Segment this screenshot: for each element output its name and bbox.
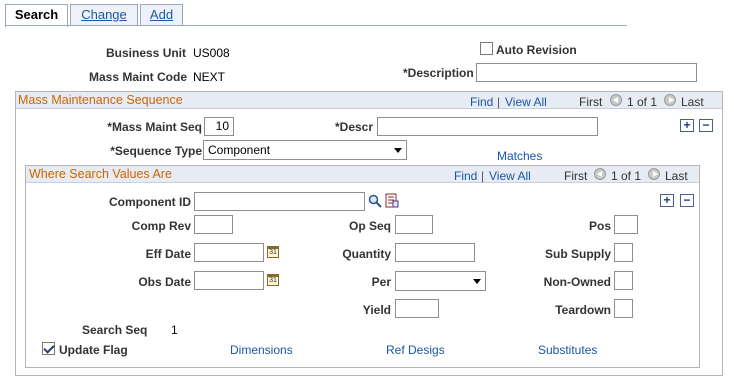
dimensions-link[interactable]: Dimensions bbox=[230, 343, 293, 357]
sequence-type-select[interactable]: Component bbox=[203, 140, 407, 160]
update-flag-checkbox[interactable] bbox=[42, 342, 55, 355]
detail-lookup-icon[interactable] bbox=[385, 193, 399, 208]
sub-supply-input[interactable] bbox=[614, 243, 633, 262]
where-first-label: First bbox=[564, 169, 588, 183]
search-icon[interactable] bbox=[368, 194, 382, 208]
auto-revision-checkbox[interactable] bbox=[480, 42, 493, 55]
ref-desigs-link[interactable]: Ref Desigs bbox=[386, 343, 445, 357]
tab-underline bbox=[5, 25, 627, 26]
op-seq-label: Op Seq bbox=[348, 219, 391, 233]
eff-date-label: Eff Date bbox=[145, 247, 191, 261]
search-seq-label: Search Seq bbox=[82, 323, 148, 337]
business-unit-value: US008 bbox=[193, 46, 230, 60]
where-view-all-link[interactable]: View All bbox=[489, 169, 531, 183]
sequence-header-bar: Mass Maintenance Sequence Find | View Al… bbox=[16, 92, 722, 109]
matches-link[interactable]: Matches bbox=[497, 149, 542, 163]
non-owned-input[interactable] bbox=[614, 271, 633, 290]
sub-supply-label: Sub Supply bbox=[545, 247, 611, 261]
per-select[interactable] bbox=[395, 271, 486, 291]
pos-label: Pos bbox=[588, 219, 611, 233]
sequence-first-label: First bbox=[579, 95, 603, 109]
where-next-icon[interactable] bbox=[648, 168, 660, 180]
substitutes-link[interactable]: Substitutes bbox=[538, 343, 597, 357]
sequence-separator: | bbox=[497, 95, 501, 109]
sequence-type-label: *Sequence Type bbox=[110, 144, 202, 158]
quantity-label: Quantity bbox=[342, 247, 391, 261]
description-input[interactable] bbox=[476, 63, 697, 82]
descr-input[interactable] bbox=[377, 117, 598, 136]
calendar-icon[interactable]: 31 bbox=[267, 274, 279, 286]
component-id-input[interactable] bbox=[194, 192, 365, 211]
add-sequence-icon[interactable]: + bbox=[680, 119, 694, 132]
mass-maint-code-value: NEXT bbox=[193, 70, 226, 84]
where-separator: | bbox=[481, 169, 485, 183]
sequence-view-all-link[interactable]: View All bbox=[505, 95, 547, 109]
remove-where-icon[interactable]: − bbox=[680, 194, 694, 207]
tab-add[interactable]: Add bbox=[140, 4, 183, 26]
sequence-last-label: Last bbox=[681, 95, 704, 109]
per-label: Per bbox=[371, 275, 391, 289]
search-seq-value: 1 bbox=[171, 323, 178, 337]
chevron-down-icon bbox=[473, 279, 481, 284]
descr-label: *Descr bbox=[335, 120, 374, 134]
obs-date-input[interactable] bbox=[194, 271, 264, 290]
where-prev-icon[interactable] bbox=[594, 168, 606, 180]
yield-label: Yield bbox=[362, 303, 391, 317]
sequence-title: Mass Maintenance Sequence bbox=[18, 93, 183, 107]
business-unit-label: Business Unit bbox=[106, 46, 187, 60]
chevron-down-icon bbox=[394, 148, 402, 153]
auto-revision-label: Auto Revision bbox=[496, 43, 577, 57]
obs-date-label: Obs Date bbox=[138, 275, 191, 289]
non-owned-label: Non-Owned bbox=[543, 275, 611, 289]
sequence-next-icon[interactable] bbox=[664, 94, 676, 106]
where-find-link[interactable]: Find bbox=[454, 169, 477, 183]
mass-maint-seq-input[interactable]: 10 bbox=[204, 117, 234, 136]
where-counter: 1 of 1 bbox=[611, 169, 642, 183]
remove-sequence-icon[interactable]: − bbox=[699, 119, 713, 132]
sequence-prev-icon[interactable] bbox=[610, 94, 622, 106]
sequence-counter: 1 of 1 bbox=[627, 95, 658, 109]
where-title: Where Search Values Are bbox=[29, 167, 172, 181]
comp-rev-input[interactable] bbox=[194, 215, 233, 234]
teardown-input[interactable] bbox=[614, 299, 633, 318]
pos-input[interactable] bbox=[614, 215, 638, 234]
teardown-label: Teardown bbox=[555, 303, 611, 317]
yield-input[interactable] bbox=[395, 299, 439, 318]
mass-maint-code-label: Mass Maint Code bbox=[89, 70, 188, 84]
eff-date-input[interactable] bbox=[194, 243, 264, 262]
op-seq-input[interactable] bbox=[395, 215, 433, 234]
mass-maint-seq-label: *Mass Maint Seq bbox=[107, 120, 202, 134]
where-last-label: Last bbox=[665, 169, 688, 183]
comp-rev-label: Comp Rev bbox=[131, 219, 191, 233]
sequence-find-link[interactable]: Find bbox=[470, 95, 493, 109]
where-header-bar: Where Search Values Are Find | View All … bbox=[26, 166, 699, 183]
tab-change[interactable]: Change bbox=[70, 4, 138, 26]
sequence-type-value: Component bbox=[208, 143, 271, 157]
quantity-input[interactable] bbox=[395, 243, 475, 262]
component-id-label: Component ID bbox=[109, 195, 191, 209]
calendar-icon[interactable]: 31 bbox=[267, 246, 279, 258]
tab-search[interactable]: Search bbox=[5, 4, 68, 27]
add-where-icon[interactable]: + bbox=[660, 194, 674, 207]
update-flag-label: Update Flag bbox=[59, 343, 128, 357]
description-label: *Description bbox=[403, 66, 474, 80]
